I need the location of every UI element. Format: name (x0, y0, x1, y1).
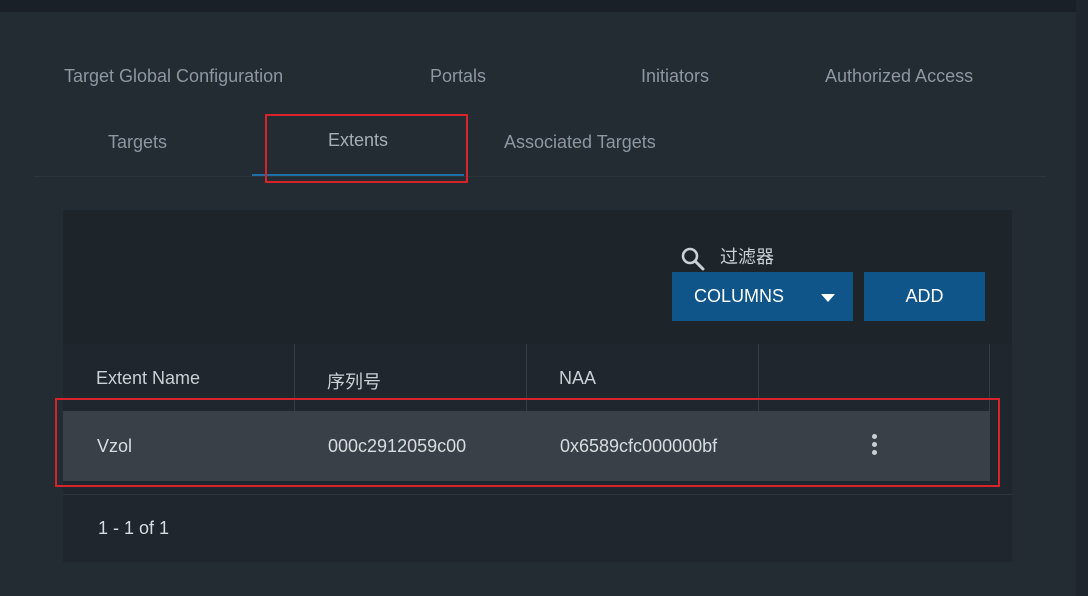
column-separator[interactable] (989, 344, 990, 411)
cell-serial: 000c2912059c00 (328, 436, 467, 456)
scroll-edge (1076, 0, 1088, 596)
tab-divider (34, 176, 1046, 177)
row-divider (63, 494, 1012, 495)
columns-button-label: COLUMNS (694, 286, 785, 306)
chevron-down-icon (821, 294, 835, 302)
columns-button[interactable]: COLUMNS (672, 272, 853, 321)
cell-naa: 0x6589cfc000000bf (560, 436, 718, 456)
column-separator[interactable] (294, 344, 295, 411)
column-separator[interactable] (758, 344, 759, 411)
search-icon[interactable] (679, 245, 707, 273)
tab-portals[interactable]: Portals (430, 66, 486, 87)
column-header-extent-name[interactable]: Extent Name (96, 368, 200, 389)
pagination-info: 1 - 1 of 1 (98, 518, 170, 538)
table-row[interactable] (63, 411, 990, 481)
tab-authorized-access[interactable]: Authorized Access (825, 66, 973, 87)
tab-extents[interactable]: Extents (328, 130, 388, 151)
more-vertical-icon[interactable] (868, 432, 880, 460)
button-notch (853, 272, 863, 281)
column-header-serial[interactable]: 序列号 (327, 368, 381, 394)
column-separator[interactable] (526, 344, 527, 411)
filter-input[interactable]: 过滤器 (720, 243, 774, 269)
cell-extent-name: Vzol (97, 436, 133, 456)
table-header-row (63, 344, 1012, 411)
tab-associated-targets[interactable]: Associated Targets (504, 132, 656, 153)
tab-target-global-configuration[interactable]: Target Global Configuration (64, 66, 283, 87)
tab-targets[interactable]: Targets (108, 132, 167, 153)
tab-initiators[interactable]: Initiators (641, 66, 709, 87)
column-header-naa[interactable]: NAA (559, 368, 596, 389)
top-bar (0, 0, 1088, 12)
add-button[interactable]: ADD (864, 272, 985, 321)
active-tab-indicator (252, 174, 464, 176)
